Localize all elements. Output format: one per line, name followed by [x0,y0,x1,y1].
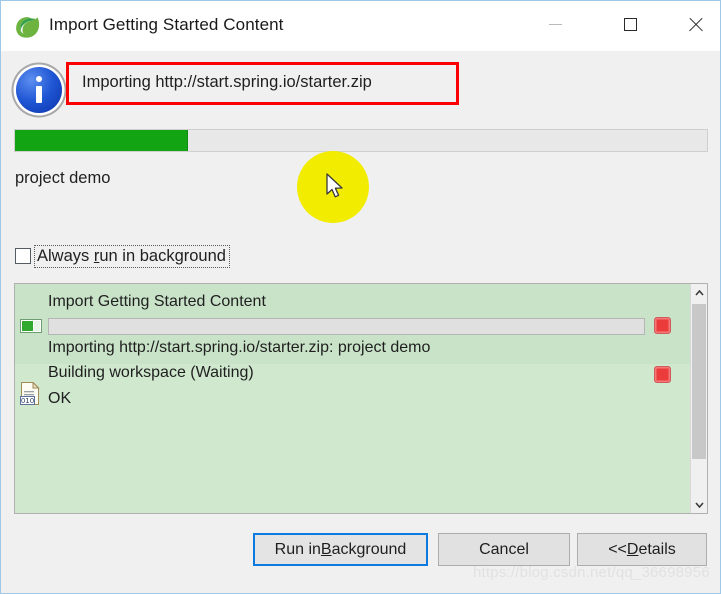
task-subtitle: Importing http://start.spring.io/starter… [48,339,431,356]
checkbox-box[interactable] [15,248,31,264]
task-progress-icon [20,319,42,333]
spring-leaf-icon [15,14,41,40]
task-group-import[interactable]: Import Getting Started Content Importing… [15,284,691,364]
info-circle-icon [16,67,62,113]
task-title: Building workspace (Waiting) [48,364,254,381]
scrollbar-thumb[interactable] [692,304,706,459]
task-title: Import Getting Started Content [48,293,266,310]
details-label-before: << [608,540,627,558]
close-button[interactable] [672,1,718,47]
cancel-button[interactable]: Cancel [438,533,570,566]
chevron-up-icon[interactable] [691,284,707,301]
run-label-after: ackground [331,540,407,558]
info-icon-stem [36,86,42,103]
details-scrollbar[interactable] [690,284,707,513]
maximize-icon [623,17,637,31]
checkbox-label[interactable]: Always run in background [34,244,230,268]
checkbox-label-before: Always [37,246,94,265]
always-run-in-background-checkbox[interactable]: Always run in background [15,244,230,268]
details-label-mnemonic: D [626,540,639,558]
stop-task-button[interactable] [654,366,671,383]
chevron-down-icon[interactable] [691,496,707,513]
run-label-before: Run in [274,540,321,558]
checkbox-label-after: un in background [99,246,226,265]
window-title: Import Getting Started Content [49,15,284,34]
task-subtitle: OK [48,390,72,407]
task-inner-progress-bar [48,318,645,335]
stop-icon [654,317,671,334]
import-getting-started-dialog: Import Getting Started Content Importing… [0,0,721,594]
title-bar: Import Getting Started Content [1,1,720,51]
stop-task-button[interactable] [654,317,671,334]
run-label-mnemonic: B [320,540,332,558]
maximize-button[interactable] [607,1,653,47]
mouse-cursor-icon [326,173,346,201]
info-icon-dot [36,76,42,82]
binary-file-icon: 010 [20,381,41,405]
main-progress-bar [14,129,708,152]
minimize-icon [548,23,562,25]
progress-task-label: project demo [15,169,111,187]
task-group-build[interactable]: 010 Building workspace (Waiting) OK [15,364,691,513]
stop-icon [654,366,671,383]
close-icon [688,17,703,32]
run-in-background-button[interactable]: Run in Background [253,533,428,566]
main-progress-fill [15,130,188,151]
details-label-after: etails [638,540,676,558]
details-toggle-button[interactable]: << Details [577,533,707,566]
details-list-panel[interactable]: Import Getting Started Content Importing… [14,283,708,514]
svg-text:010: 010 [21,397,34,405]
watermark-text: https://blog.csdn.net/qq_36698956 [473,564,710,581]
minimize-button[interactable] [532,1,578,47]
import-status-message: Importing http://start.spring.io/starter… [82,73,372,91]
